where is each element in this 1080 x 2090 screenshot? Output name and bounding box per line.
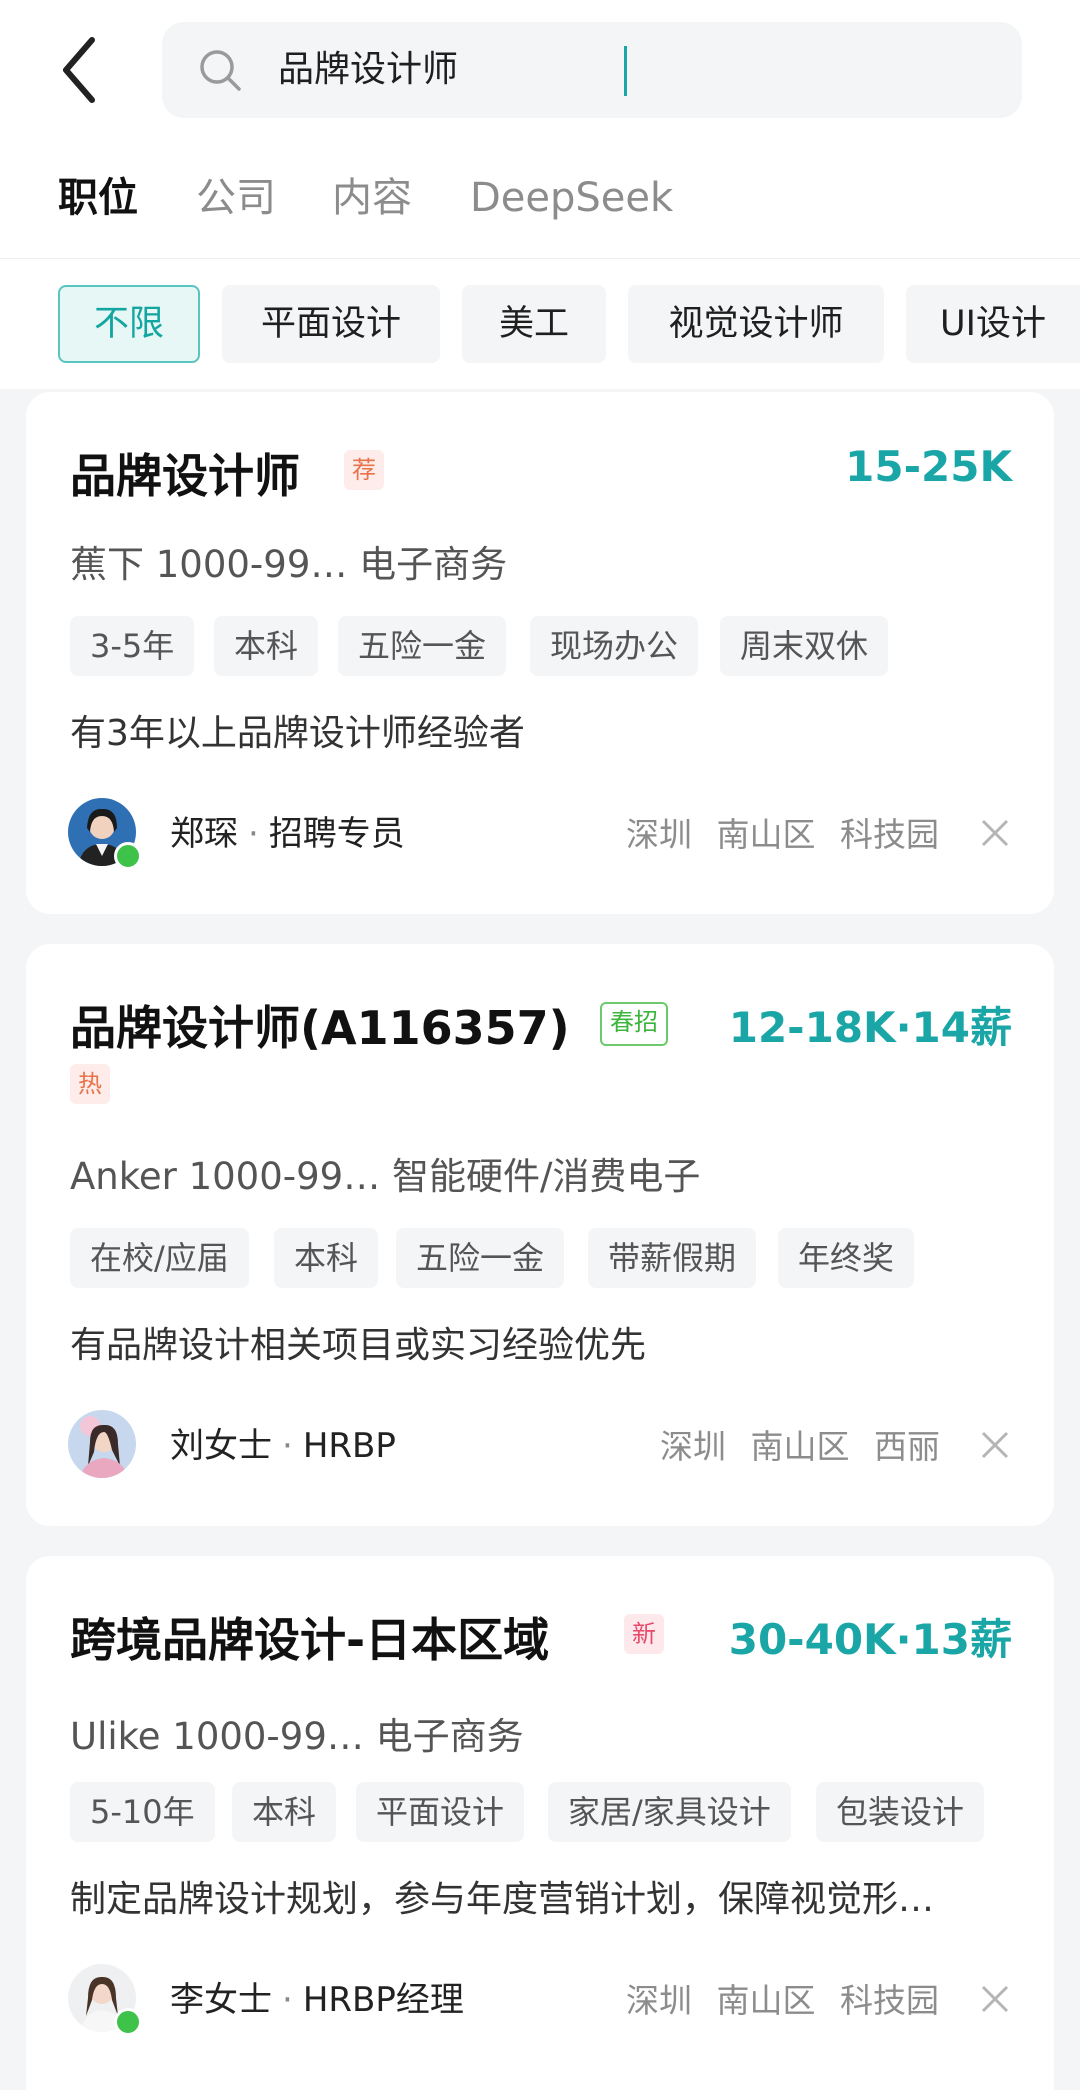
- tab-companies[interactable]: 公司: [196, 170, 276, 226]
- filter-chip-visual-designer[interactable]: 视觉设计师: [628, 285, 884, 363]
- job-title: 跨境品牌设计-日本区域: [70, 1613, 550, 1667]
- job-title: 品牌设计师: [70, 449, 300, 503]
- filter-chip-art[interactable]: 美工: [462, 285, 606, 363]
- recruiter-role: HRBP: [302, 1426, 396, 1466]
- job-card[interactable]: 品牌设计师(A116357) 春招 12-18K·14薪 热 Anker 100…: [26, 944, 1054, 1526]
- recruiter-name: 郑琛: [170, 814, 238, 854]
- job-tag: 带薪假期: [588, 1228, 757, 1288]
- tab-content[interactable]: 内容: [332, 170, 412, 226]
- job-tag: 家居/家具设计: [548, 1782, 791, 1842]
- job-tag: 在校/应届: [70, 1228, 249, 1288]
- job-tag: 包装设计: [816, 1782, 985, 1842]
- job-tag: 本科: [274, 1228, 379, 1288]
- job-tag: 五险一金: [338, 616, 507, 676]
- salary: 12-18K·14薪: [728, 1003, 1012, 1052]
- close-icon[interactable]: [980, 1984, 1010, 2014]
- recommend-badge: 荐: [344, 450, 384, 490]
- search-query-text[interactable]: 品牌设计师: [278, 44, 458, 96]
- job-location: 深圳 南山区 科技园: [626, 1981, 939, 2020]
- recruiter-info: 郑琛 · 招聘专员: [170, 814, 405, 854]
- filter-chip-unlimited[interactable]: 不限: [58, 285, 200, 363]
- company-info: Anker 1000-99… 智能硬件/消费电子: [70, 1155, 701, 1198]
- job-tag: 平面设计: [356, 1782, 525, 1842]
- job-tag: 五险一金: [396, 1228, 565, 1288]
- online-status-icon: [114, 842, 142, 870]
- job-description: 制定品牌设计规划，参与年度营销计划，保障视觉形…: [70, 1879, 935, 1920]
- back-button[interactable]: [52, 30, 122, 110]
- job-title: 品牌设计师(A116357): [70, 1001, 570, 1055]
- job-tag: 3-5年: [70, 616, 195, 676]
- recruiter-name: 刘女士: [170, 1426, 272, 1466]
- job-tag: 本科: [232, 1782, 337, 1842]
- tab-jobs[interactable]: 职位: [58, 170, 138, 226]
- job-description: 有3年以上品牌设计师经验者: [70, 713, 525, 754]
- avatar[interactable]: [68, 1410, 136, 1478]
- new-badge: 新: [624, 1614, 664, 1654]
- recruiter-role: HRBP经理: [302, 1980, 464, 2020]
- category-tabs: 职位 公司 内容 DeepSeek: [0, 140, 1080, 259]
- job-tag: 5-10年: [70, 1782, 215, 1842]
- filter-chip-ui-design[interactable]: UI设计: [906, 285, 1080, 363]
- search-input[interactable]: 品牌设计师: [162, 22, 1022, 118]
- hot-badge: 热: [70, 1064, 110, 1104]
- job-card[interactable]: 跨境品牌设计-日本区域 新 30-40K·13薪 Ulike 1000-99… …: [26, 1556, 1054, 2090]
- tab-deepseek[interactable]: DeepSeek: [470, 170, 673, 226]
- recruiter-info: 刘女士 · HRBP: [170, 1426, 396, 1466]
- job-tag: 年终奖: [778, 1228, 915, 1288]
- recruiter-name: 李女士: [170, 1980, 272, 2020]
- back-arrow-icon: [63, 37, 95, 103]
- job-card[interactable]: 品牌设计师 荐 15-25K 蕉下 1000-99… 电子商务 3-5年 本科 …: [26, 392, 1054, 914]
- search-icon: [200, 50, 241, 91]
- job-location: 深圳 南山区 西丽: [660, 1427, 940, 1466]
- salary: 30-40K·13薪: [728, 1615, 1012, 1664]
- text-caret: [624, 46, 627, 96]
- filter-chip-graphic-design[interactable]: 平面设计: [222, 285, 440, 363]
- job-tag: 周末双休: [720, 616, 889, 676]
- filter-chips: 不限 平面设计 美工 视觉设计师 UI设计: [0, 259, 1080, 389]
- job-tag: 现场办公: [530, 616, 699, 676]
- online-status-icon: [114, 2008, 142, 2036]
- salary: 15-25K: [845, 442, 1012, 491]
- job-description: 有品牌设计相关项目或实习经验优先: [70, 1325, 647, 1366]
- avatar[interactable]: [68, 798, 142, 870]
- recruiter-role: 招聘专员: [268, 814, 405, 854]
- recruiter-info: 李女士 · HRBP经理: [170, 1980, 464, 2020]
- avatar[interactable]: [68, 1964, 142, 2036]
- top-bar: 品牌设计师: [0, 0, 1080, 140]
- job-tag: 本科: [214, 616, 319, 676]
- job-location: 深圳 南山区 科技园: [626, 815, 939, 854]
- company-info: Ulike 1000-99… 电子商务: [70, 1715, 524, 1758]
- close-icon[interactable]: [980, 1430, 1010, 1460]
- company-info: 蕉下 1000-99… 电子商务: [70, 543, 508, 586]
- close-icon[interactable]: [980, 818, 1010, 848]
- spring-recruit-badge: 春招: [600, 1002, 668, 1046]
